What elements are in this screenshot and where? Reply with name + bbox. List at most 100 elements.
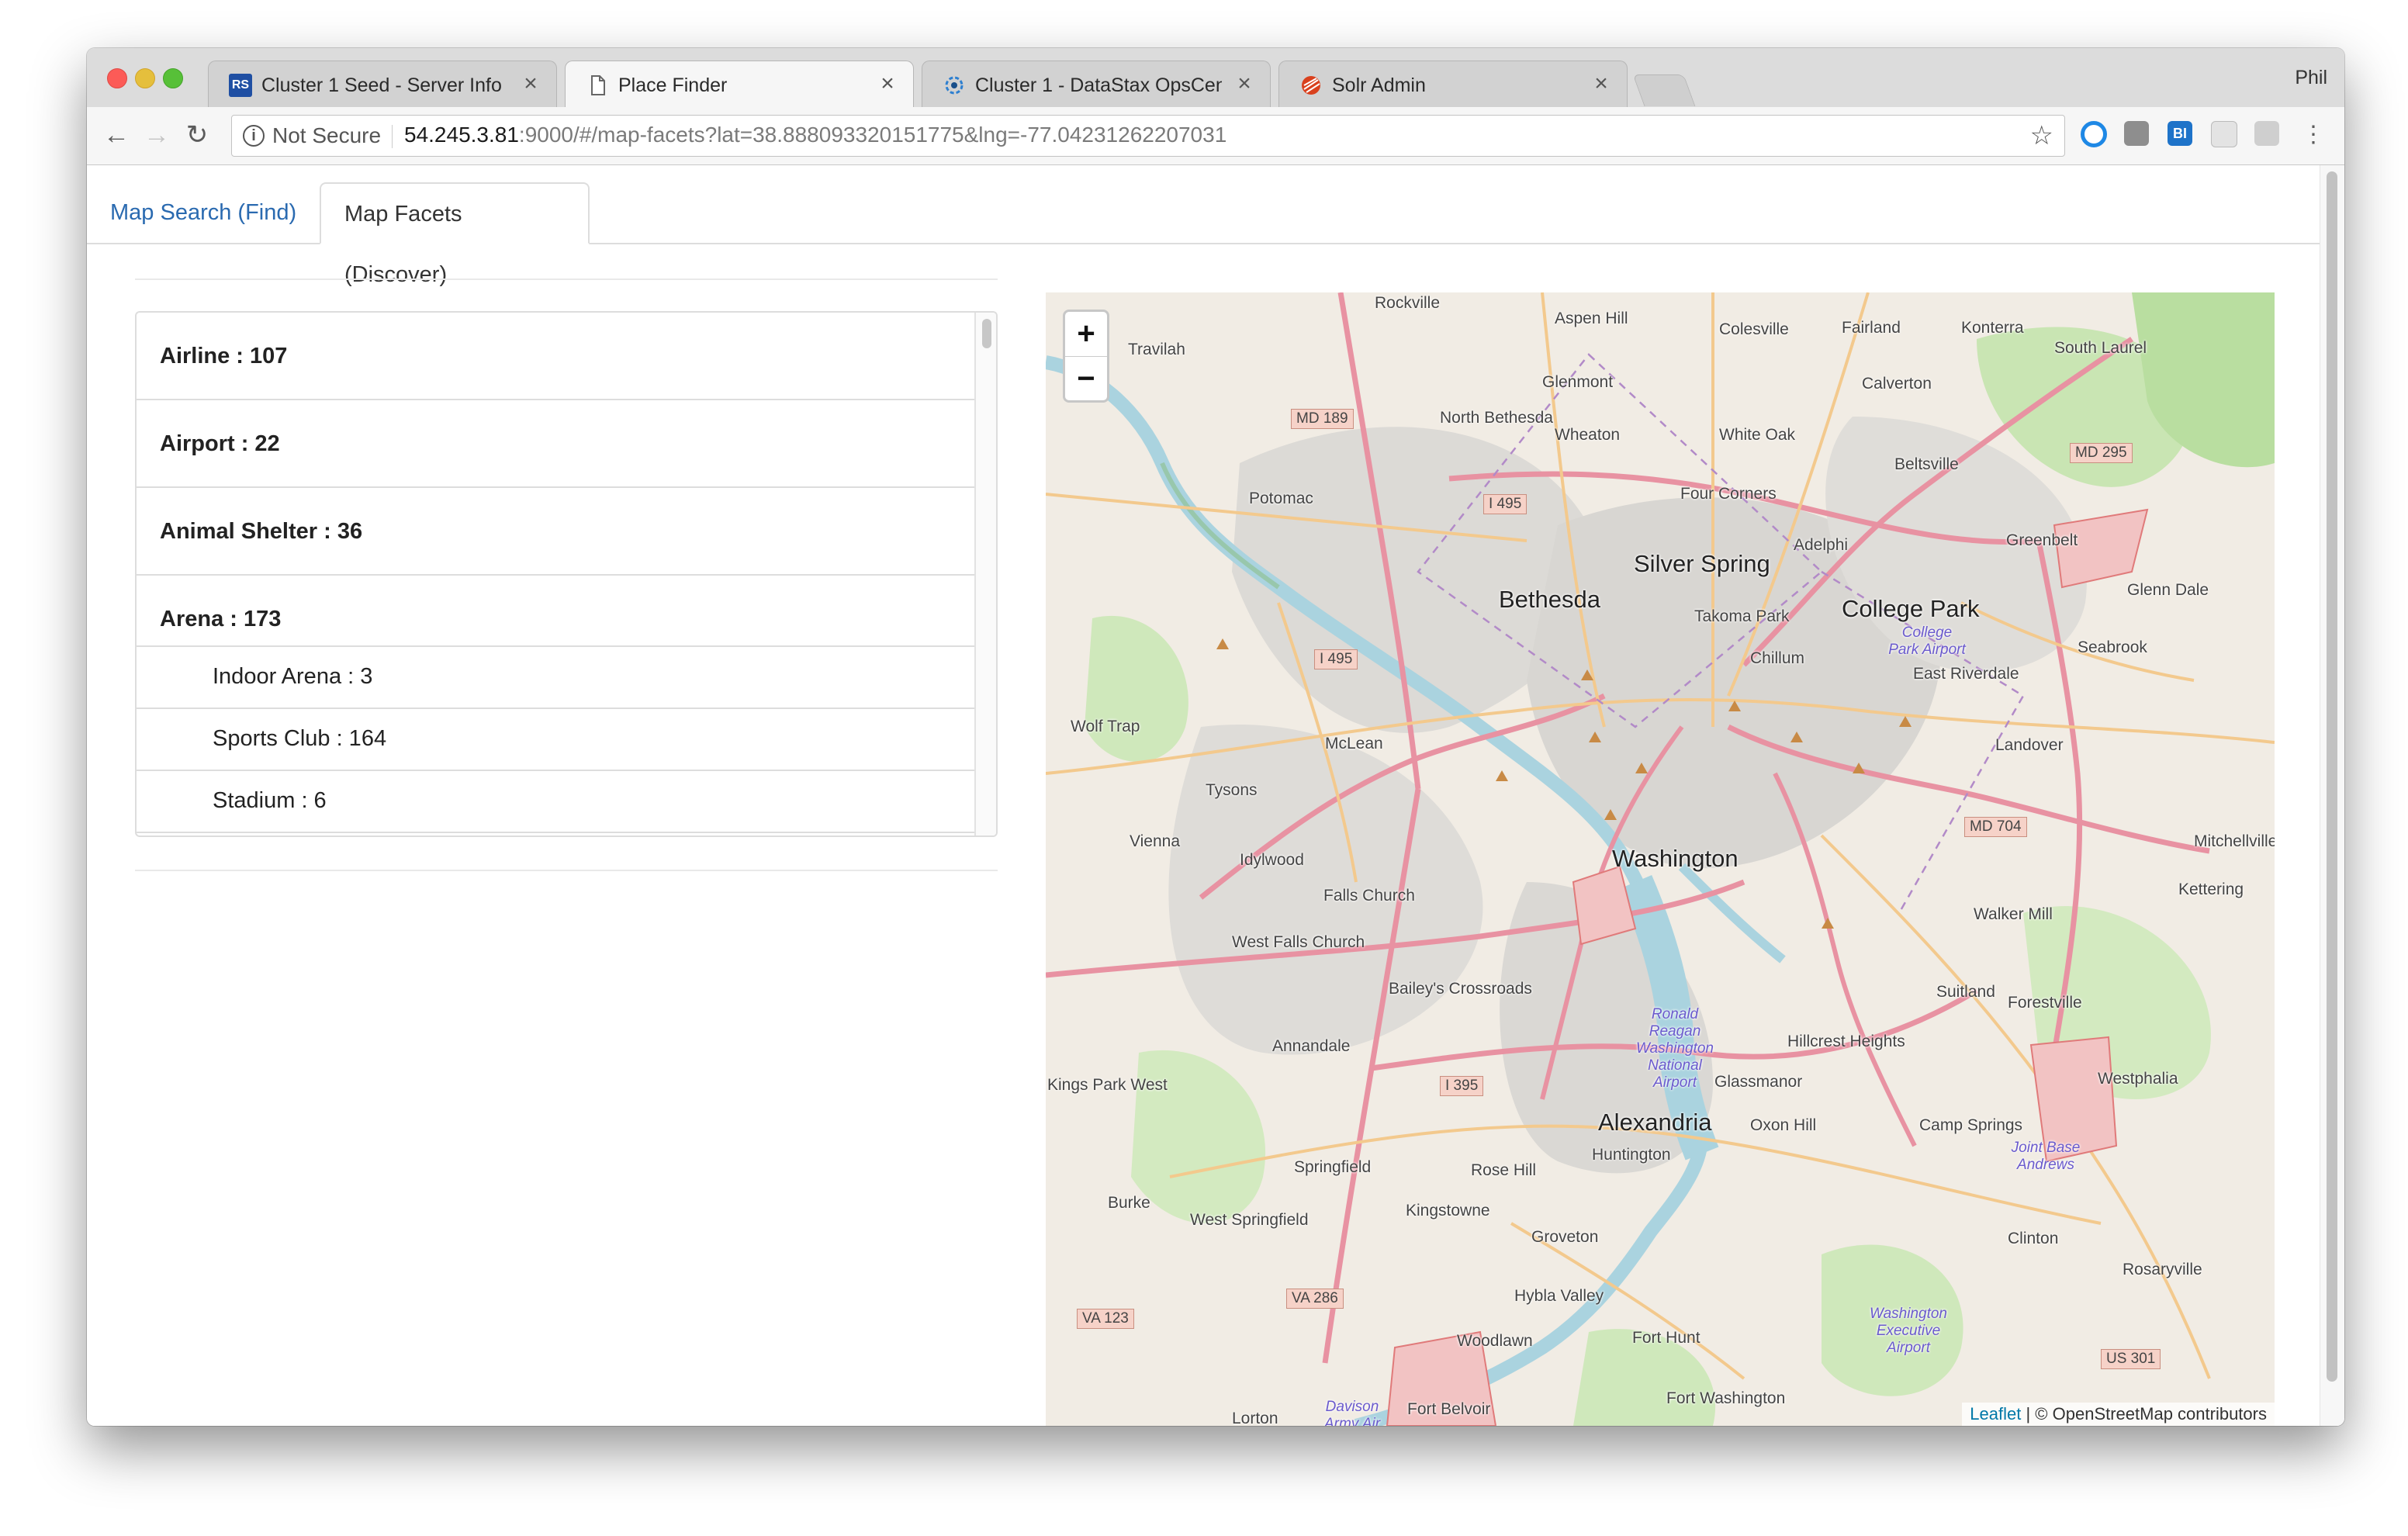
map-label: McLean xyxy=(1325,735,1383,752)
map-label: Hybla Valley xyxy=(1514,1287,1604,1305)
route-shield: I 495 xyxy=(1483,494,1527,514)
map-label: College Park xyxy=(1842,595,1980,622)
tab-map-facets[interactable]: Map Facets (Discover) xyxy=(320,182,590,287)
tab-title: Place Finder xyxy=(618,74,728,96)
menu-dots-icon[interactable]: ⋮ xyxy=(2298,119,2329,150)
map-airport-label: Washington Executive Airport xyxy=(1870,1306,1947,1356)
tab-opscenter[interactable]: Cluster 1 - DataStax OpsCente × xyxy=(922,61,1271,107)
page-scroll-thumb[interactable] xyxy=(2327,171,2337,1382)
tab-close-icon[interactable]: × xyxy=(519,71,542,97)
map-label: Seabrook xyxy=(2078,638,2147,656)
tab-solr-admin[interactable]: Solr Admin × xyxy=(1278,61,1628,107)
map-label: Suitland xyxy=(1936,983,1995,1001)
page-scrollbar[interactable] xyxy=(2320,165,2344,1426)
facet-scroll-thumb[interactable] xyxy=(982,319,991,348)
tab-map-search[interactable]: Map Search (Find) xyxy=(87,182,320,244)
tab-close-icon[interactable]: × xyxy=(1590,71,1613,97)
bookmark-star-icon[interactable]: ☆ xyxy=(2030,120,2053,151)
window-maximize-button[interactable] xyxy=(163,68,183,88)
map-label: Fort Belvoir xyxy=(1407,1400,1491,1418)
profile-name[interactable]: Phil xyxy=(2295,67,2327,89)
tab-place-finder[interactable]: Place Finder × xyxy=(565,61,914,107)
window-close-button[interactable] xyxy=(107,68,127,88)
url-host: 54.245.3.81 xyxy=(404,123,519,147)
map-label: Westphalia xyxy=(2098,1070,2178,1088)
map-label: Landover xyxy=(1995,736,2064,754)
map-label: South Laurel xyxy=(2054,339,2147,357)
subfacet-item-indoor-arena[interactable]: Indoor Arena : 3 xyxy=(137,647,974,709)
security-label[interactable]: Not Secure xyxy=(272,123,381,148)
tab-cluster-seed[interactable]: RS Cluster 1 Seed - Server Info × xyxy=(208,61,557,107)
map-label: North Bethesda xyxy=(1440,409,1553,427)
back-arrow-icon[interactable]: ← xyxy=(101,119,132,150)
map-label: Idylwood xyxy=(1240,851,1304,869)
address-bar[interactable]: i Not Secure 54.245.3.81:9000/#/map-face… xyxy=(231,115,2065,157)
facet-scrollbar[interactable] xyxy=(974,313,996,835)
map-label: Calverton xyxy=(1862,375,1932,393)
map-label: Groveton xyxy=(1531,1228,1599,1246)
map-label: Aspen Hill xyxy=(1555,310,1628,327)
map-label: Potomac xyxy=(1249,490,1313,507)
map-label: Kings Park West xyxy=(1047,1076,1168,1094)
route-shield: VA 286 xyxy=(1286,1289,1344,1309)
forward-arrow-icon[interactable]: → xyxy=(141,119,172,150)
extension-reader-icon[interactable] xyxy=(2211,121,2237,147)
map-label: Glenn Dale xyxy=(2127,581,2209,599)
map-label: Chillum xyxy=(1750,649,1805,667)
extension-chat-icon[interactable] xyxy=(2254,121,2279,146)
map-airport-label: Ronald Reagan Washington National Airpor… xyxy=(1636,1006,1714,1091)
extension-b-icon[interactable]: BI xyxy=(2168,121,2192,146)
map-label: Adelphi xyxy=(1794,536,1849,554)
zoom-out-button[interactable]: − xyxy=(1065,357,1107,401)
subfacet-item-sports-club[interactable]: Sports Club : 164 xyxy=(137,709,974,771)
map-label: Beltsville xyxy=(1894,455,1959,473)
map-label: Hillcrest Heights xyxy=(1787,1033,1905,1050)
reload-icon[interactable]: ↻ xyxy=(182,119,213,150)
map-label: White Oak xyxy=(1719,426,1796,444)
url-text[interactable]: 54.245.3.81:9000/#/map-facets?lat=38.888… xyxy=(404,123,1226,147)
extension-shield-icon[interactable] xyxy=(2124,121,2149,146)
browser-window: RS Cluster 1 Seed - Server Info × Place … xyxy=(87,48,2344,1426)
zoom-in-button[interactable]: + xyxy=(1065,312,1107,357)
zoom-control: + − xyxy=(1063,310,1109,403)
map-label: Clinton xyxy=(2008,1230,2059,1247)
extension-circle-icon[interactable] xyxy=(2081,121,2107,147)
map-label: Burke xyxy=(1108,1194,1150,1212)
map-label: West Springfield xyxy=(1190,1211,1309,1229)
page-icon xyxy=(586,74,609,97)
subfacet-item-stadium[interactable]: Stadium : 6 xyxy=(137,771,974,833)
facet-item-animal-shelter[interactable]: Animal Shelter : 36 xyxy=(137,488,974,576)
map-label: West Falls Church xyxy=(1232,933,1365,951)
map-label: Konterra xyxy=(1961,319,2024,337)
map[interactable]: Washington Alexandria Bethesda Silver Sp… xyxy=(1046,292,2275,1426)
map-label: Four Corners xyxy=(1680,485,1777,503)
map-label: Vienna xyxy=(1130,832,1181,850)
map-label: Mitchellville xyxy=(2194,832,2275,850)
map-label: Woodlawn xyxy=(1457,1332,1533,1350)
address-separator xyxy=(392,125,393,148)
map-label: Rose Hill xyxy=(1471,1161,1537,1179)
facet-item-arena[interactable]: Arena : 173 xyxy=(137,576,974,647)
map-label: Bailey's Crossroads xyxy=(1389,980,1532,998)
tab-close-icon[interactable]: × xyxy=(876,71,899,97)
facet-item-airline[interactable]: Airline : 107 xyxy=(137,313,974,400)
page-content: Map Search (Find) Map Facets (Discover) … xyxy=(87,165,2344,1426)
tab-title: Solr Admin xyxy=(1332,74,1426,96)
map-label: Rosaryville xyxy=(2123,1261,2202,1278)
map-label: Fort Washington xyxy=(1666,1389,1786,1407)
new-tab-button[interactable] xyxy=(1632,74,1696,106)
route-shield: MD 704 xyxy=(1964,817,2027,837)
facet-item-airport[interactable]: Airport : 22 xyxy=(137,400,974,488)
info-icon[interactable]: i xyxy=(243,125,265,147)
facet-panel: Airline : 107 Airport : 22 Animal Shelte… xyxy=(135,311,998,837)
leaflet-link[interactable]: Leaflet xyxy=(1970,1404,2021,1424)
map-label: Kingstowne xyxy=(1406,1202,1490,1219)
map-label: Annandale xyxy=(1272,1037,1351,1055)
browser-toolbar: ← → ↻ i Not Secure 54.245.3.81:9000/#/ma… xyxy=(87,107,2344,165)
map-label: Colesville xyxy=(1719,320,1789,338)
tab-title: Cluster 1 Seed - Server Info xyxy=(261,74,502,96)
window-minimize-button[interactable] xyxy=(135,68,155,88)
map-airport-label: College Park Airport xyxy=(1888,624,1966,658)
tab-close-icon[interactable]: × xyxy=(1233,71,1256,97)
map-label: Bethesda xyxy=(1499,586,1600,613)
